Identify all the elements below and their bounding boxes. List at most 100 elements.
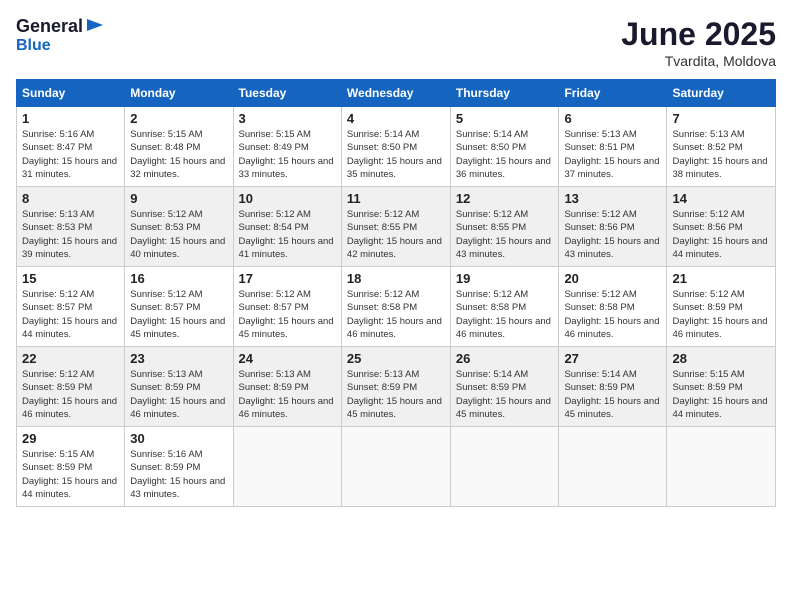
logo: General Blue bbox=[16, 16, 105, 55]
day-number: 16 bbox=[130, 271, 227, 286]
calendar-cell: 25 Sunrise: 5:13 AMSunset: 8:59 PMDaylig… bbox=[341, 347, 450, 427]
title-block: June 2025 Tvardita, Moldova bbox=[621, 16, 776, 69]
day-info: Sunrise: 5:12 AMSunset: 8:58 PMDaylight:… bbox=[456, 289, 551, 340]
calendar-cell: 16 Sunrise: 5:12 AMSunset: 8:57 PMDaylig… bbox=[125, 267, 233, 347]
calendar-cell bbox=[559, 427, 667, 507]
day-number: 28 bbox=[672, 351, 770, 366]
day-info: Sunrise: 5:13 AMSunset: 8:51 PMDaylight:… bbox=[564, 129, 659, 180]
calendar-week-3: 15 Sunrise: 5:12 AMSunset: 8:57 PMDaylig… bbox=[17, 267, 776, 347]
day-info: Sunrise: 5:16 AMSunset: 8:47 PMDaylight:… bbox=[22, 129, 117, 180]
weekday-header-tuesday: Tuesday bbox=[233, 80, 341, 107]
calendar-cell bbox=[667, 427, 776, 507]
day-info: Sunrise: 5:12 AMSunset: 8:57 PMDaylight:… bbox=[22, 289, 117, 340]
day-info: Sunrise: 5:14 AMSunset: 8:50 PMDaylight:… bbox=[347, 129, 442, 180]
calendar-cell: 6 Sunrise: 5:13 AMSunset: 8:51 PMDayligh… bbox=[559, 107, 667, 187]
weekday-header-saturday: Saturday bbox=[667, 80, 776, 107]
calendar-cell: 5 Sunrise: 5:14 AMSunset: 8:50 PMDayligh… bbox=[450, 107, 559, 187]
calendar-week-5: 29 Sunrise: 5:15 AMSunset: 8:59 PMDaylig… bbox=[17, 427, 776, 507]
day-number: 10 bbox=[239, 191, 336, 206]
day-number: 18 bbox=[347, 271, 445, 286]
calendar-cell: 10 Sunrise: 5:12 AMSunset: 8:54 PMDaylig… bbox=[233, 187, 341, 267]
day-info: Sunrise: 5:12 AMSunset: 8:55 PMDaylight:… bbox=[347, 209, 442, 260]
day-info: Sunrise: 5:15 AMSunset: 8:49 PMDaylight:… bbox=[239, 129, 334, 180]
calendar-cell: 30 Sunrise: 5:16 AMSunset: 8:59 PMDaylig… bbox=[125, 427, 233, 507]
day-info: Sunrise: 5:12 AMSunset: 8:58 PMDaylight:… bbox=[564, 289, 659, 340]
logo-general: General bbox=[16, 16, 83, 37]
day-number: 26 bbox=[456, 351, 554, 366]
day-info: Sunrise: 5:15 AMSunset: 8:59 PMDaylight:… bbox=[672, 369, 767, 420]
day-number: 12 bbox=[456, 191, 554, 206]
weekday-row: SundayMondayTuesdayWednesdayThursdayFrid… bbox=[17, 80, 776, 107]
calendar-cell: 7 Sunrise: 5:13 AMSunset: 8:52 PMDayligh… bbox=[667, 107, 776, 187]
day-info: Sunrise: 5:12 AMSunset: 8:59 PMDaylight:… bbox=[672, 289, 767, 340]
day-number: 1 bbox=[22, 111, 119, 126]
day-number: 20 bbox=[564, 271, 661, 286]
day-info: Sunrise: 5:14 AMSunset: 8:50 PMDaylight:… bbox=[456, 129, 551, 180]
day-info: Sunrise: 5:12 AMSunset: 8:53 PMDaylight:… bbox=[130, 209, 225, 260]
calendar-cell: 3 Sunrise: 5:15 AMSunset: 8:49 PMDayligh… bbox=[233, 107, 341, 187]
day-number: 13 bbox=[564, 191, 661, 206]
day-number: 21 bbox=[672, 271, 770, 286]
logo-flag-icon bbox=[85, 17, 105, 37]
weekday-header-thursday: Thursday bbox=[450, 80, 559, 107]
calendar-cell: 29 Sunrise: 5:15 AMSunset: 8:59 PMDaylig… bbox=[17, 427, 125, 507]
calendar-cell: 21 Sunrise: 5:12 AMSunset: 8:59 PMDaylig… bbox=[667, 267, 776, 347]
day-info: Sunrise: 5:13 AMSunset: 8:53 PMDaylight:… bbox=[22, 209, 117, 260]
calendar-week-2: 8 Sunrise: 5:13 AMSunset: 8:53 PMDayligh… bbox=[17, 187, 776, 267]
day-info: Sunrise: 5:13 AMSunset: 8:52 PMDaylight:… bbox=[672, 129, 767, 180]
calendar-cell: 11 Sunrise: 5:12 AMSunset: 8:55 PMDaylig… bbox=[341, 187, 450, 267]
page-header: General Blue June 2025 Tvardita, Moldova bbox=[16, 16, 776, 69]
calendar-cell: 26 Sunrise: 5:14 AMSunset: 8:59 PMDaylig… bbox=[450, 347, 559, 427]
calendar-cell: 17 Sunrise: 5:12 AMSunset: 8:57 PMDaylig… bbox=[233, 267, 341, 347]
calendar-cell: 20 Sunrise: 5:12 AMSunset: 8:58 PMDaylig… bbox=[559, 267, 667, 347]
day-info: Sunrise: 5:12 AMSunset: 8:55 PMDaylight:… bbox=[456, 209, 551, 260]
day-number: 4 bbox=[347, 111, 445, 126]
calendar-week-1: 1 Sunrise: 5:16 AMSunset: 8:47 PMDayligh… bbox=[17, 107, 776, 187]
day-number: 22 bbox=[22, 351, 119, 366]
day-number: 19 bbox=[456, 271, 554, 286]
calendar-cell: 4 Sunrise: 5:14 AMSunset: 8:50 PMDayligh… bbox=[341, 107, 450, 187]
day-number: 29 bbox=[22, 431, 119, 446]
day-number: 17 bbox=[239, 271, 336, 286]
day-number: 7 bbox=[672, 111, 770, 126]
day-info: Sunrise: 5:13 AMSunset: 8:59 PMDaylight:… bbox=[239, 369, 334, 420]
location-subtitle: Tvardita, Moldova bbox=[621, 53, 776, 69]
calendar-week-4: 22 Sunrise: 5:12 AMSunset: 8:59 PMDaylig… bbox=[17, 347, 776, 427]
day-number: 2 bbox=[130, 111, 227, 126]
weekday-header-sunday: Sunday bbox=[17, 80, 125, 107]
calendar-cell: 13 Sunrise: 5:12 AMSunset: 8:56 PMDaylig… bbox=[559, 187, 667, 267]
day-number: 30 bbox=[130, 431, 227, 446]
calendar-table: SundayMondayTuesdayWednesdayThursdayFrid… bbox=[16, 79, 776, 507]
day-info: Sunrise: 5:14 AMSunset: 8:59 PMDaylight:… bbox=[564, 369, 659, 420]
day-number: 5 bbox=[456, 111, 554, 126]
day-number: 15 bbox=[22, 271, 119, 286]
weekday-header-wednesday: Wednesday bbox=[341, 80, 450, 107]
calendar-cell: 15 Sunrise: 5:12 AMSunset: 8:57 PMDaylig… bbox=[17, 267, 125, 347]
day-number: 23 bbox=[130, 351, 227, 366]
day-info: Sunrise: 5:12 AMSunset: 8:56 PMDaylight:… bbox=[564, 209, 659, 260]
calendar-cell: 28 Sunrise: 5:15 AMSunset: 8:59 PMDaylig… bbox=[667, 347, 776, 427]
day-info: Sunrise: 5:12 AMSunset: 8:57 PMDaylight:… bbox=[130, 289, 225, 340]
day-number: 24 bbox=[239, 351, 336, 366]
calendar-cell: 9 Sunrise: 5:12 AMSunset: 8:53 PMDayligh… bbox=[125, 187, 233, 267]
logo-blue: Blue bbox=[16, 37, 51, 54]
month-title: June 2025 bbox=[621, 16, 776, 53]
calendar-cell: 18 Sunrise: 5:12 AMSunset: 8:58 PMDaylig… bbox=[341, 267, 450, 347]
calendar-header: SundayMondayTuesdayWednesdayThursdayFrid… bbox=[17, 80, 776, 107]
calendar-cell: 2 Sunrise: 5:15 AMSunset: 8:48 PMDayligh… bbox=[125, 107, 233, 187]
weekday-header-friday: Friday bbox=[559, 80, 667, 107]
calendar-cell: 14 Sunrise: 5:12 AMSunset: 8:56 PMDaylig… bbox=[667, 187, 776, 267]
day-number: 11 bbox=[347, 191, 445, 206]
day-info: Sunrise: 5:12 AMSunset: 8:58 PMDaylight:… bbox=[347, 289, 442, 340]
day-info: Sunrise: 5:15 AMSunset: 8:59 PMDaylight:… bbox=[22, 449, 117, 500]
calendar-cell bbox=[341, 427, 450, 507]
day-info: Sunrise: 5:16 AMSunset: 8:59 PMDaylight:… bbox=[130, 449, 225, 500]
day-number: 8 bbox=[22, 191, 119, 206]
day-number: 27 bbox=[564, 351, 661, 366]
calendar-cell: 8 Sunrise: 5:13 AMSunset: 8:53 PMDayligh… bbox=[17, 187, 125, 267]
calendar-cell: 12 Sunrise: 5:12 AMSunset: 8:55 PMDaylig… bbox=[450, 187, 559, 267]
calendar-cell: 1 Sunrise: 5:16 AMSunset: 8:47 PMDayligh… bbox=[17, 107, 125, 187]
day-info: Sunrise: 5:12 AMSunset: 8:56 PMDaylight:… bbox=[672, 209, 767, 260]
calendar-cell: 22 Sunrise: 5:12 AMSunset: 8:59 PMDaylig… bbox=[17, 347, 125, 427]
calendar-cell bbox=[233, 427, 341, 507]
